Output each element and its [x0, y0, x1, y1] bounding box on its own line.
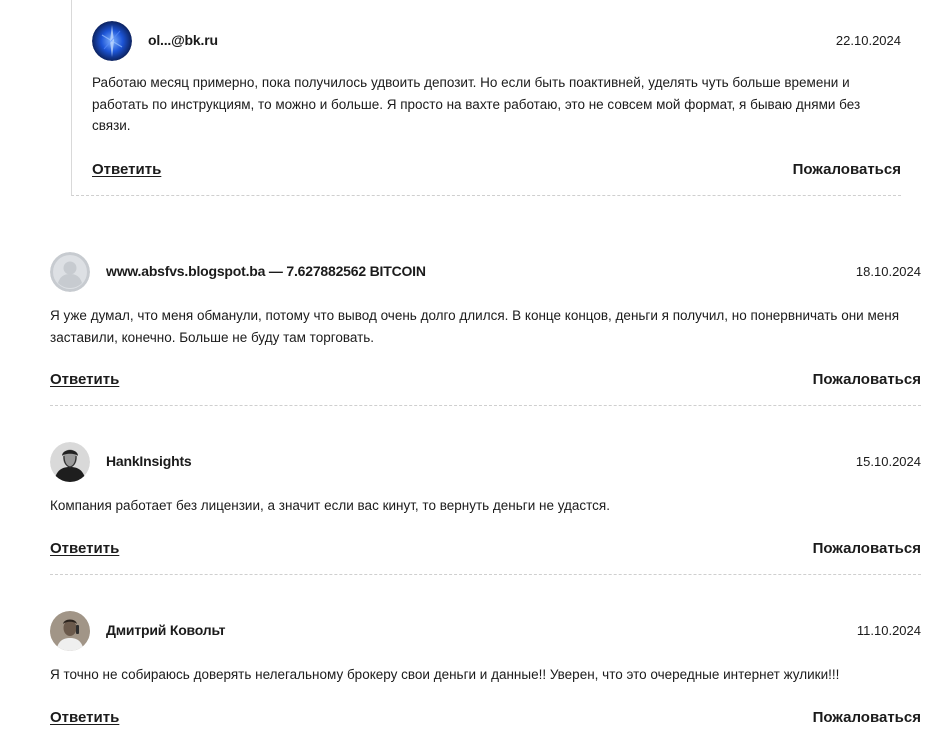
avatar	[50, 611, 90, 651]
report-button[interactable]: Пожаловаться	[813, 540, 921, 557]
comment-actions: Ответить Пожаловаться	[50, 371, 921, 391]
comment-text: Компания работает без лицензии, а значит…	[50, 498, 610, 513]
comment-text: Я точно не собираюсь доверять нелегально…	[50, 667, 840, 682]
comment-date: 18.10.2024	[855, 264, 921, 279]
comment-date: 15.10.2024	[855, 454, 921, 469]
reply-button[interactable]: Ответить	[92, 161, 161, 178]
comment-header: HankInsights 15.10.2024	[50, 442, 921, 482]
comment-actions: Ответить Пожаловаться	[92, 161, 901, 181]
comment-text: Работаю месяц примерно, пока получилось …	[92, 75, 861, 133]
comment: www.absfvs.blogspot.ba — 7.627882562 BIT…	[50, 252, 921, 406]
reply-button[interactable]: Ответить	[50, 709, 119, 726]
comment-author: ol...@bk.ru	[148, 32, 218, 48]
comment-actions: Ответить Пожаловаться	[50, 709, 921, 729]
comment: Дмитрий Ковольт 11.10.2024 Я точно не со…	[50, 611, 921, 742]
photo-avatar-icon	[50, 611, 90, 651]
reply-button[interactable]: Ответить	[50, 540, 119, 557]
comment-actions: Ответить Пожаловаться	[50, 540, 921, 560]
comment-author: www.absfvs.blogspot.ba — 7.627882562 BIT…	[106, 263, 426, 279]
avatar	[50, 252, 90, 292]
comment: HankInsights 15.10.2024 Компания работае…	[50, 442, 921, 575]
avatar	[92, 21, 132, 61]
comment-header: ol...@bk.ru 22.10.2024	[92, 21, 901, 61]
report-button[interactable]: Пожаловаться	[813, 709, 921, 726]
comment-date: 11.10.2024	[856, 623, 921, 638]
comment-author: Дмитрий Ковольт	[106, 622, 226, 638]
avatar	[50, 442, 90, 482]
comment-author: HankInsights	[106, 453, 192, 469]
comment-header: www.absfvs.blogspot.ba — 7.627882562 BIT…	[50, 252, 921, 292]
report-button[interactable]: Пожаловаться	[813, 371, 921, 388]
comment-text: Я уже думал, что меня обманули, потому ч…	[50, 308, 900, 345]
blue-abstract-avatar-icon	[92, 21, 132, 61]
reply-button[interactable]: Ответить	[50, 371, 119, 388]
comment-reply: ol...@bk.ru 22.10.2024 Работаю месяц при…	[71, 0, 901, 196]
comment-date: 22.10.2024	[835, 33, 901, 48]
comment-header: Дмитрий Ковольт 11.10.2024	[50, 611, 921, 651]
photo-avatar-icon	[50, 442, 90, 482]
default-user-icon	[50, 252, 90, 292]
report-button[interactable]: Пожаловаться	[793, 161, 901, 178]
